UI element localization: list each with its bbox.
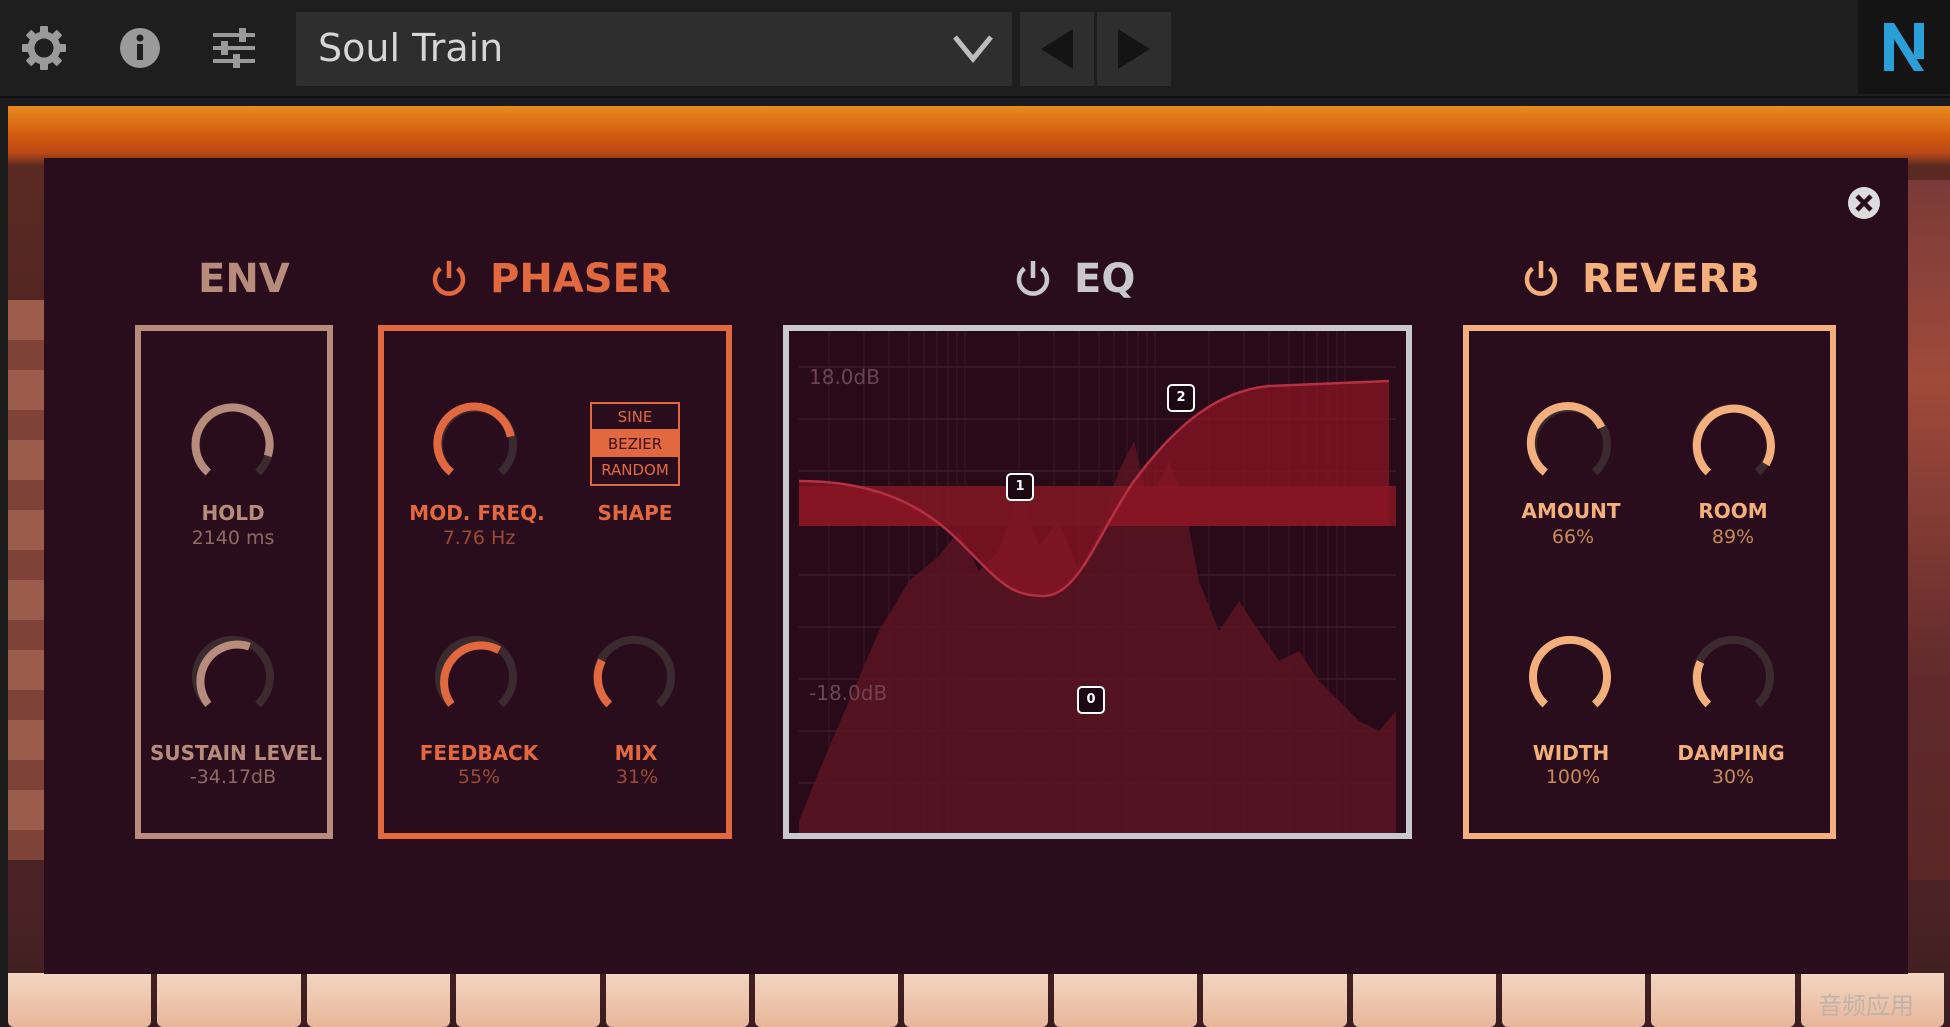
eq-node-1[interactable]: 1 bbox=[1006, 473, 1034, 501]
sustain-level-value: -34.17dB bbox=[189, 766, 277, 788]
shape-option-random[interactable]: RANDOM bbox=[592, 457, 678, 484]
eq-node-0[interactable]: 0 bbox=[1077, 686, 1105, 714]
shape-option-sine[interactable]: SINE bbox=[592, 404, 678, 431]
room-knob[interactable] bbox=[1683, 397, 1783, 497]
watermark: 音频应用 bbox=[1818, 992, 1914, 1020]
eq-db-top: 18.0dB bbox=[809, 365, 880, 389]
piano-keys bbox=[8, 973, 1950, 1027]
mod-freq-knob[interactable] bbox=[426, 397, 526, 497]
room-label: ROOM bbox=[1698, 499, 1768, 523]
reverb-title: REVERB bbox=[1522, 256, 1760, 302]
env-title: ENV bbox=[198, 256, 290, 302]
brand-logo bbox=[1858, 0, 1950, 94]
top-toolbar: Soul Train bbox=[0, 0, 1950, 98]
mod-freq-value: 7.76 Hz bbox=[442, 527, 516, 549]
next-preset-button[interactable] bbox=[1097, 12, 1171, 86]
sustain-level-label: SUSTAIN LEVEL bbox=[149, 741, 323, 765]
sustain-level-knob[interactable] bbox=[183, 629, 283, 729]
gear-icon[interactable] bbox=[14, 18, 74, 78]
preset-selector[interactable]: Soul Train bbox=[296, 12, 1012, 86]
shape-label: SHAPE bbox=[597, 501, 673, 525]
triangle-right-icon bbox=[1118, 29, 1150, 69]
mix-knob[interactable] bbox=[584, 629, 684, 729]
eq-graph bbox=[798, 331, 1396, 833]
amount-knob[interactable] bbox=[1520, 397, 1620, 497]
phaser-title: PHASER bbox=[430, 256, 671, 302]
previous-preset-button[interactable] bbox=[1020, 12, 1094, 86]
eq-node-2[interactable]: 2 bbox=[1167, 384, 1195, 412]
mix-value: 31% bbox=[615, 766, 659, 788]
width-knob[interactable] bbox=[1520, 629, 1620, 729]
feedback-knob[interactable] bbox=[426, 629, 526, 729]
hold-value: 2140 ms bbox=[191, 527, 275, 549]
shape-option-bezier[interactable]: BEZIER bbox=[592, 430, 678, 458]
preset-name: Soul Train bbox=[318, 26, 504, 70]
info-icon[interactable] bbox=[110, 18, 170, 78]
phaser-power-icon[interactable] bbox=[430, 259, 468, 299]
background-decor-left bbox=[8, 300, 48, 860]
close-icon[interactable] bbox=[1846, 185, 1882, 221]
chevron-down-icon[interactable] bbox=[952, 32, 994, 68]
damping-knob[interactable] bbox=[1683, 629, 1783, 729]
eq-power-icon[interactable] bbox=[1014, 259, 1052, 299]
room-value: 89% bbox=[1711, 526, 1755, 548]
mix-label: MIX bbox=[614, 741, 658, 765]
triangle-left-icon bbox=[1041, 29, 1073, 69]
eq-display[interactable]: 18.0dB -18.0dB 1 2 0 bbox=[783, 325, 1412, 839]
shape-selector[interactable]: SINE BEZIER RANDOM bbox=[590, 402, 680, 486]
sliders-icon[interactable] bbox=[204, 18, 264, 78]
background-decor-right bbox=[1908, 180, 1950, 880]
hold-label: HOLD bbox=[201, 501, 265, 525]
hold-knob[interactable] bbox=[183, 397, 283, 497]
eq-db-bottom: -18.0dB bbox=[809, 681, 888, 705]
damping-label: DAMPING bbox=[1677, 741, 1785, 765]
eq-title: EQ bbox=[1014, 256, 1135, 302]
reverb-power-icon[interactable] bbox=[1522, 259, 1560, 299]
damping-value: 30% bbox=[1711, 766, 1755, 788]
